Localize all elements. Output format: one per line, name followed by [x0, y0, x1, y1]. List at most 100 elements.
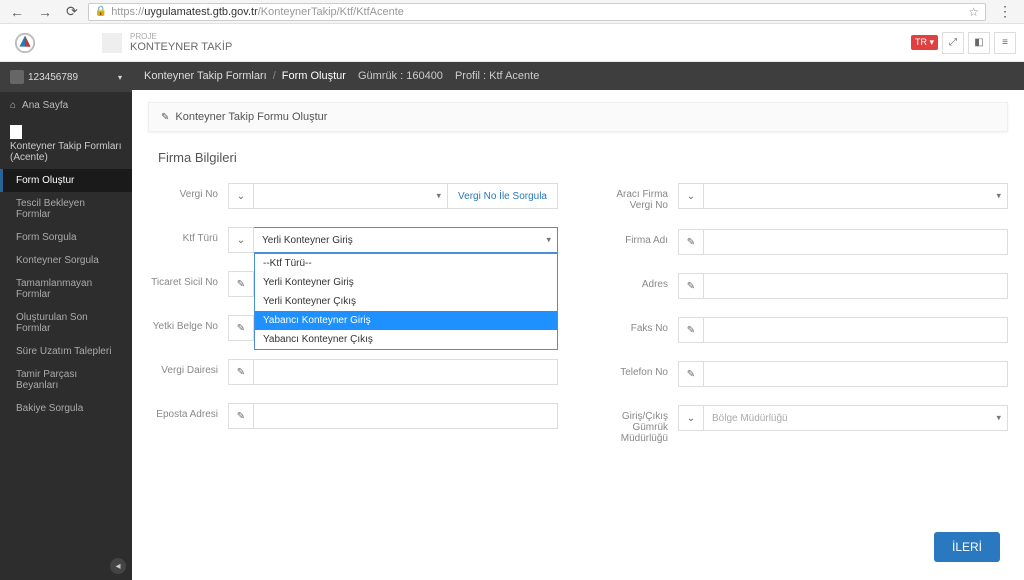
sidebar-home[interactable]: ⌂ Ana Sayfa [0, 92, 132, 119]
vergi-sorgula-button[interactable]: Vergi No İle Sorgula [448, 183, 558, 209]
bookmark-star-icon[interactable]: ☆ [968, 5, 979, 19]
sidebar-item-sure-uzatim[interactable]: Süre Uzatım Talepleri [0, 340, 132, 363]
eposta-input[interactable] [254, 403, 558, 429]
edit-icon: ✎ [228, 315, 254, 341]
lang-badge[interactable]: TR ▾ [911, 35, 938, 50]
lock-icon: 🔒 [95, 6, 107, 17]
breadcrumb-gumruk: Gümrük : 160400 [358, 70, 443, 82]
panel-title: Konteyner Takip Formu Oluştur [175, 111, 327, 123]
user-block[interactable]: 123456789 ▾ [0, 62, 132, 92]
chevron-down-icon: ▾ [546, 235, 551, 246]
sidebar: 123456789 ▾ ⌂ Ana Sayfa Konteyner Takip … [0, 62, 132, 580]
content: Konteyner Takip Formları / Form Oluştur … [132, 62, 1024, 580]
vergi-dairesi-input[interactable] [254, 359, 558, 385]
edit-icon: ✎ [678, 229, 704, 255]
sidebar-item-olusturulan[interactable]: Oluşturulan Son Formlar [0, 306, 132, 340]
vergi-no-prefix-icon[interactable]: ⌄ [228, 183, 254, 209]
row-ktf-turu: Ktf Türü ⌄ Yerli Konteyner Giriş ▾ --Ktf… [148, 227, 558, 253]
row-faks: Faks No ✎ [598, 317, 1008, 343]
url-bar[interactable]: 🔒 https://uygulamatest.gtb.gov.tr/Kontey… [88, 3, 986, 21]
ktf-option-yabanci-giris[interactable]: Yabancı Konteyner Giriş [255, 311, 557, 330]
chevron-down-icon: ▾ [996, 191, 1001, 202]
app-logo [14, 32, 36, 54]
ktf-option-none[interactable]: --Ktf Türü-- [255, 254, 557, 273]
url-text: https://uygulamatest.gtb.gov.tr/Konteyne… [111, 6, 404, 18]
sidebar-collapse-icon[interactable]: ◂ [110, 558, 126, 574]
sidebar-item-tescil[interactable]: Tescil Bekleyen Formlar [0, 192, 132, 226]
breadcrumb-root[interactable]: Konteyner Takip Formları [144, 70, 267, 82]
breadcrumb-current: Form Oluştur [282, 70, 346, 82]
browser-chrome: ← → ⟳ 🔒 https://uygulamatest.gtb.gov.tr/… [0, 0, 1024, 24]
breadcrumb: Konteyner Takip Formları / Form Oluştur … [132, 62, 1024, 90]
row-firma-adi: Firma Adı ✎ [598, 229, 1008, 255]
giris-cikis-select[interactable]: Bölge Müdürlüğü ▾ [704, 405, 1008, 431]
project-info: PROJE KONTEYNER TAKİP [130, 32, 232, 53]
araci-prefix-icon[interactable]: ⌄ [678, 183, 704, 209]
edit-icon: ✎ [228, 359, 254, 385]
edit-icon: ✎ [678, 317, 704, 343]
firma-adi-input[interactable] [704, 229, 1008, 255]
app-header: PROJE KONTEYNER TAKİP TR ▾ ⤢ ◧ ≡ [0, 24, 1024, 62]
label-yetki-belge: Yetki Belge No [148, 315, 228, 332]
back-icon[interactable]: ← [6, 4, 28, 20]
document-icon [10, 125, 22, 139]
ktf-option-yabanci-cikis[interactable]: Yabancı Konteyner Çıkış [255, 330, 557, 349]
bottom-bar: İLERİ [132, 514, 1024, 580]
label-ktf-turu: Ktf Türü [148, 227, 228, 244]
home-icon: ⌂ [10, 100, 16, 111]
label-eposta: Eposta Adresi [148, 403, 228, 420]
fullscreen-icon[interactable]: ⤢ [942, 32, 964, 54]
label-araci-firma: Aracı Firma Vergi No [598, 183, 678, 211]
chevron-down-icon: ▾ [118, 73, 122, 82]
row-vergi-no: Vergi No ⌄ ▾ Vergi No İle Sorgula [148, 183, 558, 209]
label-vergi-no: Vergi No [148, 183, 228, 200]
row-vergi-dairesi: Vergi Dairesi ✎ [148, 359, 558, 385]
chevron-down-icon: ▾ [996, 413, 1001, 424]
araci-firma-select[interactable]: ▾ [704, 183, 1008, 209]
faks-input[interactable] [704, 317, 1008, 343]
sidebar-item-form-olustur[interactable]: Form Oluştur [0, 169, 132, 192]
ktf-option-yerli-cikis[interactable]: Yerli Konteyner Çıkış [255, 292, 557, 311]
row-telefon: Telefon No ✎ [598, 361, 1008, 387]
telefon-input[interactable] [704, 361, 1008, 387]
section-title: Firma Bilgileri [158, 150, 1008, 165]
edit-icon: ✎ [161, 112, 169, 123]
ktf-prefix-icon[interactable]: ⌄ [228, 227, 254, 253]
user-id: 123456789 [28, 72, 78, 83]
project-label: PROJE [130, 32, 232, 41]
reload-icon[interactable]: ⟳ [62, 3, 82, 20]
row-araci-firma: Aracı Firma Vergi No ⌄ ▾ [598, 183, 1008, 211]
sidebar-item-tamir[interactable]: Tamir Parçası Beyanları [0, 363, 132, 397]
label-firma-adi: Firma Adı [598, 229, 678, 246]
forward-icon[interactable]: → [34, 4, 56, 20]
avatar [102, 33, 122, 53]
label-giris-cikis: Giriş/Çıkış Gümrük Müdürlüğü [598, 405, 678, 444]
sidebar-item-konteyner-sorgula[interactable]: Konteyner Sorgula [0, 249, 132, 272]
more-icon[interactable]: ≡ [994, 32, 1016, 54]
sidebar-item-bakiye[interactable]: Bakiye Sorgula [0, 397, 132, 420]
sidebar-section[interactable]: Konteyner Takip Formları (Acente) [0, 119, 132, 169]
breadcrumb-profil: Profil : Ktf Acente [455, 70, 539, 82]
user-avatar-icon [10, 70, 24, 84]
breadcrumb-sep: / [273, 70, 276, 82]
panel-header: ✎ Konteyner Takip Formu Oluştur [148, 102, 1008, 132]
label-vergi-dairesi: Vergi Dairesi [148, 359, 228, 376]
settings-icon[interactable]: ◧ [968, 32, 990, 54]
chevron-down-icon: ▾ [437, 191, 442, 202]
giris-prefix-icon[interactable]: ⌄ [678, 405, 704, 431]
label-faks: Faks No [598, 317, 678, 334]
sidebar-item-tamamlanmayan[interactable]: Tamamlanmayan Formlar [0, 272, 132, 306]
ktf-dropdown: --Ktf Türü-- Yerli Konteyner Giriş Yerli… [254, 253, 558, 350]
ktf-option-yerli-giris[interactable]: Yerli Konteyner Giriş [255, 273, 557, 292]
adres-input[interactable] [704, 273, 1008, 299]
ktf-turu-select[interactable]: Yerli Konteyner Giriş ▾ [254, 227, 558, 253]
label-adres: Adres [598, 273, 678, 290]
edit-icon: ✎ [228, 271, 254, 297]
edit-icon: ✎ [678, 361, 704, 387]
vergi-no-select[interactable]: ▾ [254, 183, 448, 209]
browser-menu-icon[interactable]: ⋮ [992, 3, 1018, 20]
edit-icon: ✎ [678, 273, 704, 299]
row-eposta: Eposta Adresi ✎ [148, 403, 558, 429]
sidebar-item-form-sorgula[interactable]: Form Sorgula [0, 226, 132, 249]
ileri-button[interactable]: İLERİ [934, 532, 1000, 562]
